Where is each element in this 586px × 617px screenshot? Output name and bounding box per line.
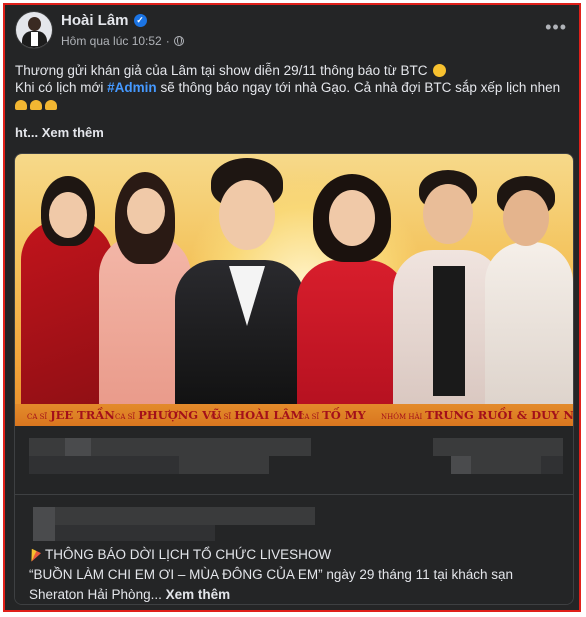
hands-icon (30, 100, 42, 110)
post-meta: Hôm qua lúc 10:52 · (61, 34, 184, 48)
more-icon[interactable]: ••• (545, 17, 567, 38)
pixelated-region (15, 426, 573, 495)
person-figure (297, 260, 407, 410)
post-see-more[interactable]: ht... Xem thêm (15, 125, 104, 140)
hands-icon (15, 100, 27, 110)
post-timestamp[interactable]: Hôm qua lúc 10:52 (61, 34, 162, 48)
post-header: Hoài Lâm ✓ Hôm qua lúc 10:52 · ••• (5, 5, 579, 57)
post-line-2b: sẽ thông báo ngay tới nhà Gạo. Cả nhà đợ… (160, 80, 561, 95)
caption-hoai-lam: CA SĨ HOÀI LÂM (211, 408, 304, 422)
globe-icon (173, 36, 184, 46)
post-text: Thương gửi khán giả của Lâm tại show diễ… (15, 62, 571, 113)
avatar[interactable] (15, 11, 53, 49)
author-row: Hoài Lâm ✓ (61, 12, 147, 29)
author-name[interactable]: Hoài Lâm (61, 12, 129, 29)
banner-image[interactable]: CA SĨ JEE TRẦN CA SĨ PHƯỢNG VŨ CA SĨ HOÀI L… (15, 154, 573, 426)
notice-line-1: THÔNG BÁO DỜI LỊCH TỔ CHỨC LIVESHOW (45, 547, 332, 562)
notice-see-more[interactable]: Xem thêm (166, 587, 231, 602)
notice-line-3: Sheraton Hải Phòng... (29, 587, 162, 602)
shared-notice: THÔNG BÁO DỜI LỊCH TỔ CHỨC LIVESHOW “BUỒ… (27, 545, 559, 604)
caption-trung-ruoi-duy-nam: NHÓM HÀITRUNG RUỒI & DUY NAM (381, 408, 573, 422)
shared-card[interactable]: CA SĨ JEE TRẦN CA SĨ PHƯỢNG VŨ CA SĨ HOÀI L… (14, 153, 574, 605)
hands-icon (45, 100, 57, 110)
post-line-2a: Khi có lịch mới (15, 80, 104, 95)
meta-separator: · (165, 34, 170, 48)
caption-jee-tran: CA SĨ JEE TRẦN (27, 408, 115, 422)
caption-phuong-vu: CA SĨ PHƯỢNG VŨ (115, 408, 222, 422)
caption-to-my: CA SĨ TỐ MY (299, 408, 366, 422)
post-line-1: Thương gửi khán giả của Lâm tại show diễ… (15, 63, 428, 78)
person-figure (485, 242, 573, 410)
hashtag-link[interactable]: #Admin (107, 80, 157, 95)
party-icon (27, 546, 42, 561)
shared-content: THÔNG BÁO DỜI LỊCH TỔ CHỨC LIVESHOW “BUỒ… (15, 495, 573, 604)
post-frame: Hoài Lâm ✓ Hôm qua lúc 10:52 · ••• Thươn… (3, 3, 581, 612)
emoji-icon (433, 64, 447, 77)
notice-line-2: “BUỒN LÀM CHI EM ƠI – MÙA ĐÔNG CỦA EM” n… (29, 567, 513, 582)
verified-icon: ✓ (133, 14, 147, 27)
